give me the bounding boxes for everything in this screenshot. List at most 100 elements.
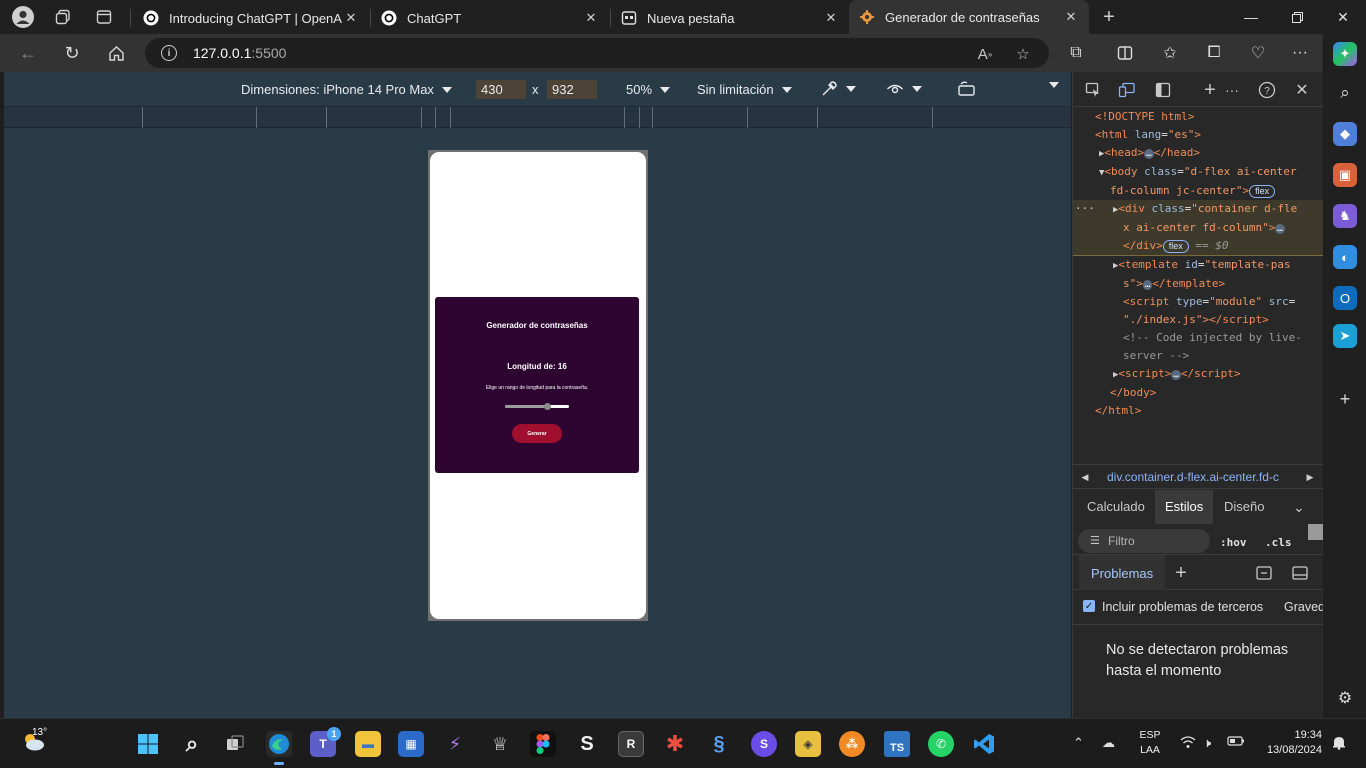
restore-button[interactable] — [1274, 0, 1320, 34]
breadcrumb-scroll-right[interactable]: ▶ — [1298, 465, 1322, 489]
slider-thumb[interactable] — [543, 403, 551, 410]
notification-center[interactable] — [1332, 735, 1346, 753]
cls-toggle[interactable]: .cls — [1265, 536, 1292, 549]
length-slider[interactable] — [505, 403, 569, 410]
close-tab-icon[interactable]: ✕ — [583, 10, 599, 26]
dom-node-html[interactable]: <html lang="es"> — [1073, 126, 1323, 144]
collapsed-ellipsis[interactable]: … — [1144, 149, 1154, 159]
node-actions-dots[interactable]: ··· — [1075, 200, 1095, 218]
tray-onedrive[interactable]: ☁ — [1102, 735, 1115, 751]
tray-volume[interactable]: 🕨 — [1203, 735, 1211, 751]
collapsed-ellipsis[interactable]: … — [1171, 370, 1181, 380]
favorite-star-icon[interactable]: ☆ — [1013, 44, 1033, 64]
drawer-close-button[interactable] — [1290, 563, 1310, 583]
taskbar-edge[interactable] — [266, 731, 292, 765]
back-button[interactable]: ← — [13, 38, 43, 68]
dom-node-script[interactable]: ▶<script>… </script> — [1073, 365, 1323, 384]
throttling-select[interactable]: Sin limitación — [697, 82, 792, 97]
dom-node-div-container[interactable]: ··· ▶<div class="container d-fle — [1073, 200, 1323, 219]
drop-icon[interactable]: ➤ — [1333, 324, 1357, 348]
dom-node-comment[interactable]: <!-- Code injected by live- — [1073, 329, 1323, 347]
settings-more-button[interactable]: ··· — [1288, 42, 1312, 64]
tab-actions-button[interactable] — [91, 5, 117, 29]
input-language[interactable]: ESP LAA — [1138, 728, 1162, 758]
taskbar-search-button[interactable]: ⌕ — [179, 731, 205, 757]
dom-tree[interactable]: <!DOCTYPE html> <html lang="es"> ▶<head>… — [1073, 108, 1323, 466]
close-devtools-button[interactable]: ✕ — [1292, 80, 1312, 100]
reload-button[interactable]: ↻ — [57, 38, 87, 68]
taskbar-app-nodes[interactable]: ⁂ — [839, 731, 865, 757]
collapsed-ellipsis[interactable]: … — [1275, 224, 1285, 234]
taskbar-app-asterisk[interactable]: ✱ — [662, 731, 688, 757]
start-button[interactable] — [135, 731, 161, 757]
taskbar-app-r[interactable]: R — [618, 731, 644, 757]
tab-estilos[interactable]: Estilos — [1155, 490, 1214, 524]
dom-node-body-close[interactable]: </body> — [1073, 384, 1323, 402]
browser-essentials-button[interactable]: ♡ — [1246, 42, 1270, 64]
games-icon[interactable]: ♞ — [1333, 204, 1357, 228]
taskbar-app-layers[interactable]: ◈ — [795, 731, 821, 757]
workspaces-button[interactable] — [50, 5, 76, 29]
generate-button[interactable]: Generar — [512, 424, 562, 443]
tab-introducing-chatgpt[interactable]: Introducing ChatGPT | OpenAI ✕ — [133, 4, 369, 32]
taskbar-app-s-circle[interactable]: S — [751, 731, 777, 757]
taskbar-app-spring[interactable]: § — [706, 731, 732, 757]
extensions-button[interactable]: ⧉ — [1064, 42, 1088, 64]
help-button[interactable]: ? — [1257, 80, 1277, 100]
close-tab-icon[interactable]: ✕ — [823, 10, 839, 26]
profile-avatar[interactable] — [10, 5, 36, 29]
system-clock[interactable]: 19:34 13/08/2024 — [1256, 728, 1322, 758]
dom-node-script-module[interactable]: <script type="module" src= — [1073, 293, 1323, 311]
more-tools-button[interactable]: + — [1200, 79, 1220, 101]
zoom-select[interactable]: 50% — [626, 82, 671, 97]
new-tab-button[interactable]: + — [1096, 5, 1122, 29]
dock-side-button[interactable] — [1153, 80, 1173, 100]
tools-icon[interactable]: ▣ — [1333, 163, 1357, 187]
favorites-button[interactable]: ✩ — [1158, 42, 1182, 64]
split-screen-button[interactable] — [1113, 42, 1137, 64]
hov-toggle[interactable]: :hov — [1220, 536, 1247, 549]
task-view-button[interactable] — [222, 731, 248, 757]
breadcrumb-scroll-left[interactable]: ◀ — [1073, 465, 1097, 489]
sidebar-settings-icon[interactable]: ⚙ — [1333, 686, 1357, 710]
device-dimensions-select[interactable]: Dimensiones: iPhone 14 Pro Max — [241, 82, 452, 97]
dom-node-doctype[interactable]: <!DOCTYPE html> — [1073, 108, 1323, 126]
flex-badge[interactable]: flex — [1162, 240, 1189, 253]
tab-diseno[interactable]: Diseño — [1224, 499, 1264, 514]
taskbar-figma[interactable] — [530, 731, 556, 757]
search-icon[interactable]: ⌕ — [1333, 81, 1357, 105]
dom-node-template[interactable]: ▶<template id="template-pas — [1073, 256, 1323, 275]
collections-button[interactable]: ⧠ — [1202, 42, 1226, 64]
taskbar-app-tauri[interactable]: ⚡ — [442, 731, 468, 757]
device-width-input[interactable]: 430 — [476, 80, 526, 99]
close-tab-icon[interactable]: ✕ — [343, 10, 359, 26]
read-aloud-icon[interactable]: A» — [975, 44, 995, 64]
tray-wifi[interactable] — [1180, 735, 1196, 752]
home-button[interactable] — [101, 38, 131, 68]
eyedropper-button[interactable] — [820, 80, 856, 98]
outlook-icon[interactable]: O — [1333, 286, 1357, 310]
styles-more-chevron[interactable]: ⌄ — [1293, 499, 1305, 516]
device-toolbar-more[interactable] — [1041, 82, 1059, 88]
taskbar-file-explorer[interactable]: ▬ — [355, 731, 381, 757]
tray-battery[interactable] — [1227, 735, 1245, 750]
inspect-element-button[interactable] — [1083, 80, 1103, 100]
weather-widget[interactable]: 13° — [20, 727, 47, 755]
breadcrumb-item[interactable]: div.container.d-flex.ai-center.fd-c — [1107, 470, 1297, 484]
tab-chatgpt[interactable]: ChatGPT ✕ — [371, 4, 609, 32]
copilot-icon[interactable]: ✦ — [1333, 42, 1357, 66]
severity-select[interactable]: Gravedad — [1284, 600, 1323, 614]
microsoft-365-icon[interactable]: ◐ — [1333, 245, 1357, 269]
taskbar-microsoft-store[interactable]: ▦ — [398, 731, 424, 757]
close-tab-icon[interactable]: ✕ — [1063, 9, 1079, 25]
styles-filter-input[interactable]: ☰ Filtro — [1078, 529, 1210, 553]
close-window-button[interactable]: ✕ — [1320, 0, 1366, 34]
shopping-tag-icon[interactable]: ◆ — [1333, 122, 1357, 146]
tray-overflow-chevron[interactable]: ⌃ — [1073, 735, 1084, 751]
add-sidebar-app-icon[interactable]: + — [1333, 387, 1357, 411]
tab-calculado[interactable]: Calculado — [1087, 499, 1145, 514]
vision-deficiency-button[interactable] — [886, 80, 922, 98]
dom-node-html-close[interactable]: </html> — [1073, 402, 1323, 420]
tab-problemas[interactable]: Problemas — [1079, 555, 1166, 590]
drawer-undock-button[interactable] — [1254, 563, 1274, 583]
